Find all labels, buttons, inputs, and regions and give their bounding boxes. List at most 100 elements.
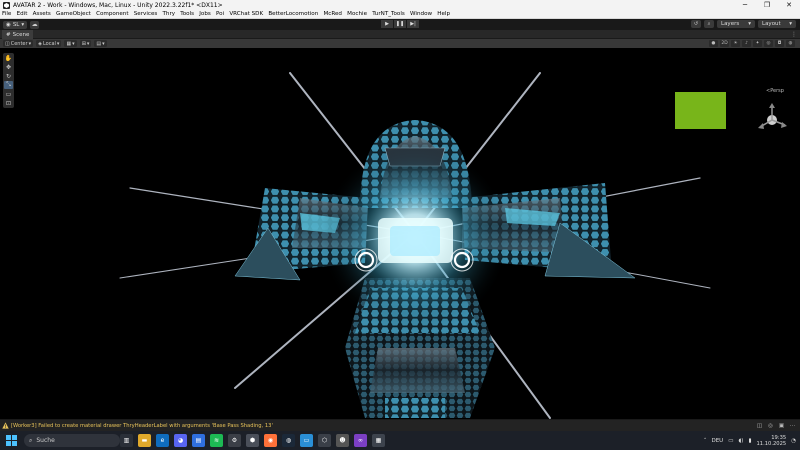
file-explorer-icon[interactable]: ▬ (138, 434, 151, 447)
unity-editor-icon[interactable]: ⬡ (318, 434, 331, 447)
tab-menu-icon[interactable]: ⋮ (791, 31, 797, 38)
console-message[interactable]: [Worker3] Failed to create material draw… (11, 423, 273, 429)
tray-overflow-icon[interactable]: ˄ (704, 438, 707, 444)
network-icon[interactable]: ▭ (728, 438, 733, 444)
layout-dropdown[interactable]: Layout ▾ (758, 20, 796, 28)
rect-icon: ▭ (5, 90, 12, 98)
effects-dropdown[interactable]: ✦ (753, 40, 762, 47)
scene-viewport[interactable]: <Persp (0, 48, 800, 419)
camera-settings-button[interactable]: ◘ (775, 40, 784, 47)
audio-toggle[interactable]: ♪ (742, 40, 751, 47)
auto-generate-lighting-icon[interactable]: ◫ (756, 422, 763, 429)
firefox-icon[interactable]: ◉ (264, 434, 277, 447)
avatar-app-icon[interactable]: ☻ (336, 434, 349, 447)
tab-scene[interactable]: # Scene (2, 30, 34, 39)
projection-label[interactable]: <Persp (766, 88, 784, 94)
move-tool[interactable]: ✥ (4, 63, 13, 71)
pause-button[interactable]: ❚❚ (394, 20, 406, 28)
menu-vrchat-sdk[interactable]: VRChat SDK (229, 11, 263, 17)
misc-app-icon[interactable]: ▦ (372, 434, 385, 447)
warning-icon (2, 422, 9, 429)
hidden-objects-button[interactable]: ◎ (764, 40, 773, 47)
notification-bell-icon[interactable]: ◔ (791, 438, 796, 444)
menu-file[interactable]: File (2, 11, 11, 17)
edge-icon[interactable]: e (156, 434, 169, 447)
menu-edit[interactable]: Edit (17, 11, 28, 17)
chevron-down-icon: ▾ (86, 40, 90, 47)
vrchat-icon[interactable]: ▭ (300, 434, 313, 447)
clock-date: 11.10.2025 (756, 440, 787, 447)
windows-taskbar: ⌕ Suche ▥ ▬ e ◕ ▤ ≋ ⚙ ⬢ ◉ ◍ ▭ ⬡ ☻ ∞ ▦ ˄ … (0, 431, 800, 450)
move-icon: ✥ (5, 63, 12, 71)
spotify-icon[interactable]: ≋ (210, 434, 223, 447)
menu-thry[interactable]: Thry (163, 11, 176, 17)
menu-window[interactable]: Window (410, 11, 432, 17)
grid-visibility-dropdown[interactable]: ▤ ▾ (94, 40, 107, 47)
snap-icon: ⊞ (81, 40, 86, 47)
menu-turnt-tools[interactable]: TurNT_Tools (372, 11, 405, 17)
unity-hub-icon[interactable]: ⬢ (246, 434, 259, 447)
store-icon[interactable]: ▤ (192, 434, 205, 447)
menu-help[interactable]: Help (437, 11, 450, 17)
grid-snap-dropdown[interactable]: ▦ ▾ (64, 40, 77, 47)
menu-services[interactable]: Services (134, 11, 158, 17)
taskbar-clock[interactable]: 19:35 11.10.2025 (756, 435, 786, 447)
play-button[interactable]: ▶ (381, 20, 393, 28)
discord-icon[interactable]: ◕ (174, 434, 187, 447)
menu-betterlocomotion[interactable]: BetterLocomotion (268, 11, 318, 17)
2d-toggle[interactable]: 2D (720, 40, 729, 47)
menu-jobs[interactable]: Jobs (199, 11, 211, 17)
menu-tools[interactable]: Tools (180, 11, 194, 17)
close-button[interactable]: ✕ (778, 0, 800, 10)
gizmos-dropdown[interactable]: ◍ (786, 40, 795, 47)
menu-component[interactable]: Component (96, 11, 128, 17)
space-dropdown[interactable]: ◈ Local ▾ (36, 40, 62, 47)
step-button[interactable]: ▶| (407, 20, 419, 28)
maximize-button[interactable]: ❐ (756, 0, 778, 10)
volume-icon[interactable]: ◖) (738, 438, 743, 444)
steam-icon[interactable]: ◍ (282, 434, 295, 447)
orientation-gizmo-icon[interactable] (752, 100, 792, 140)
draw-mode-button[interactable]: ● (709, 40, 718, 47)
transform-tool[interactable]: ⊡ (4, 99, 13, 107)
minimize-button[interactable]: ─ (734, 0, 756, 10)
visual-studio-icon[interactable]: ∞ (354, 434, 367, 447)
scale-tool[interactable]: ⤡ (4, 81, 13, 89)
rotate-tool[interactable]: ↻ (4, 72, 13, 80)
shading-icon: ● (711, 41, 716, 46)
chevron-down-icon: ▾ (102, 40, 105, 47)
chevron-down-icon: ▾ (789, 21, 792, 27)
pivot-icon: ◫ (5, 40, 10, 47)
menu-mcred[interactable]: McRed (323, 11, 342, 17)
menu-assets[interactable]: Assets (33, 11, 51, 17)
battery-icon[interactable]: ▮ (748, 438, 751, 444)
toolbar-right: ↺ ⌕ Layers ▾ Layout ▾ (691, 20, 796, 28)
search-button[interactable]: ⌕ (704, 20, 714, 28)
console-status-icons: ◫ ◎ ▣ ⋯ (756, 422, 796, 429)
taskbar-search-input[interactable]: ⌕ Suche (24, 434, 120, 447)
account-icon: ◉ (6, 21, 11, 28)
settings-gear-icon[interactable]: ⚙ (228, 434, 241, 447)
notification-icon[interactable]: ⋯ (789, 422, 796, 429)
menu-gameobject[interactable]: GameObject (56, 11, 91, 17)
window-title: AVATAR 2 - Work - Windows, Mac, Linux - … (13, 1, 223, 9)
lighting-toggle[interactable]: ☀ (731, 40, 740, 47)
view-tool[interactable]: ✋ (4, 54, 13, 62)
progress-icon[interactable]: ◎ (767, 422, 774, 429)
search-icon: ⌕ (707, 21, 711, 27)
menu-mochie[interactable]: Mochie (347, 11, 367, 17)
keyboard-language[interactable]: DEU (711, 438, 723, 444)
snap-increment-dropdown[interactable]: ⊞ ▾ (79, 40, 92, 47)
task-view-icon[interactable]: ▥ (120, 434, 133, 447)
layers-dropdown[interactable]: Layers ▾ (717, 20, 755, 28)
rect-tool[interactable]: ▭ (4, 90, 13, 98)
undo-history-button[interactable]: ↺ (691, 20, 701, 28)
space-label: Local (42, 40, 56, 47)
account-dropdown[interactable]: ◉ SL ▾ (3, 20, 28, 29)
debug-mode-icon[interactable]: ▣ (778, 422, 785, 429)
menu-poi[interactable]: Poi (216, 11, 224, 17)
pivot-dropdown[interactable]: ◫ Center ▾ (3, 40, 34, 47)
cloud-icon[interactable]: ☁ (30, 20, 40, 29)
transform-icon: ⊡ (5, 99, 12, 107)
windows-start-icon[interactable] (6, 435, 17, 446)
